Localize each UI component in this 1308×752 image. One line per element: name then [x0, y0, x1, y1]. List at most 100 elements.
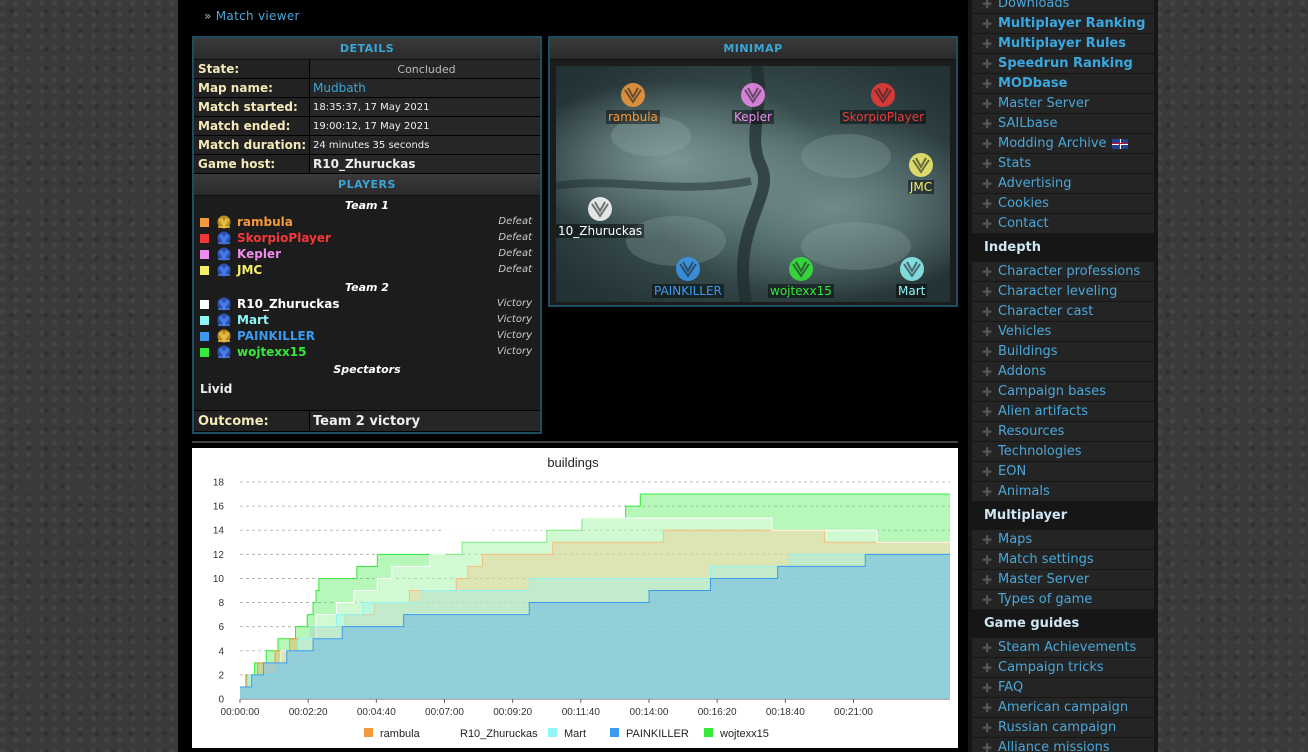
plus-icon: ✚ [982, 661, 993, 675]
x-tick-label: 00:00:00 [221, 707, 260, 718]
sidebar-item-modbase[interactable]: ✚ MODbase [972, 74, 1154, 94]
detail-row: Game host: R10_Zhuruckas [194, 155, 540, 174]
breadcrumb-match-viewer-link[interactable]: Match viewer [216, 9, 300, 23]
y-tick-label: 4 [218, 646, 224, 657]
sidebar-item-label: Russian campaign [998, 720, 1117, 735]
sidebar-item-faq[interactable]: ✚ FAQ [972, 678, 1154, 698]
legend-swatch [364, 728, 373, 737]
sidebar-item-multiplayer-rules[interactable]: ✚ Multiplayer Rules [972, 34, 1154, 54]
player-name[interactable]: SkorpioPlayer [237, 230, 331, 246]
player-row: R10_Zhuruckas Victory [194, 296, 540, 312]
x-tick-label: 00:18:40 [766, 707, 805, 718]
player-name[interactable]: JMC [237, 262, 262, 278]
sidebar-item-label: Character professions [998, 264, 1141, 279]
sidebar-item-label: Character cast [998, 304, 1094, 319]
sidebar-item-label: Addons [998, 364, 1047, 379]
player-name[interactable]: rambula [237, 214, 293, 230]
sidebar-item-eon[interactable]: ✚ EON [972, 462, 1154, 482]
detail-value: 18:35:37, 17 May 2021 [310, 98, 540, 116]
plus-icon: ✚ [982, 217, 993, 231]
sidebar-item-master-server[interactable]: ✚ Master Server [972, 94, 1154, 114]
legend-swatch [610, 728, 619, 737]
sidebar-item-animals[interactable]: ✚ Animals [972, 482, 1154, 502]
sidebar-item-sailbase[interactable]: ✚ SAILbase [972, 114, 1154, 134]
detail-value[interactable]: Mudbath [310, 79, 540, 97]
sidebar-item-maps[interactable]: ✚ Maps [972, 530, 1154, 550]
plus-icon: ✚ [982, 701, 993, 715]
plus-icon: ✚ [982, 137, 993, 151]
details-table: State: Concluded Map name: Mudbath Match sta… [194, 60, 540, 174]
sidebar: ✚ Downloads ✚ Multiplayer Ranking ✚ Multiplay… [968, 0, 1158, 752]
sidebar-item-vehicles[interactable]: ✚ Vehicles [972, 322, 1154, 342]
sidebar-item-steam-achievements[interactable]: ✚ Steam Achievements [972, 638, 1154, 658]
sidebar-item-character-cast[interactable]: ✚ Character cast [972, 302, 1154, 322]
player-color-swatch [200, 316, 209, 325]
legend-swatch [444, 728, 453, 737]
minimap-panel: MINIMAP rambula Kepler SkorpioPlayer JMC [548, 36, 958, 307]
sidebar-item-master-server[interactable]: ✚ Master Server [972, 570, 1154, 590]
blue-faction-icon [216, 312, 232, 328]
sidebar-item-campaign-tricks[interactable]: ✚ Campaign tricks [972, 658, 1154, 678]
blue-faction-icon [216, 344, 232, 360]
sidebar-item-buildings[interactable]: ✚ Buildings [972, 342, 1154, 362]
player-name[interactable]: R10_Zhuruckas [237, 296, 340, 312]
plus-icon: ✚ [982, 425, 993, 439]
sidebar-item-cookies[interactable]: ✚ Cookies [972, 194, 1154, 214]
sidebar-item-label: Cookies [998, 196, 1049, 211]
players-list: Team 1 rambula Defeat SkorpioPlayer Defeat… [194, 198, 540, 360]
gold-faction-icon [216, 328, 232, 344]
x-tick-label: 00:11:40 [562, 707, 601, 718]
y-tick-label: 18 [213, 478, 225, 489]
minimap-player-label: 10_Zhuruckas [556, 224, 645, 238]
detail-row: Match ended: 19:00:12, 17 May 2021 [194, 117, 540, 136]
detail-label: Map name: [194, 79, 310, 97]
sidebar-item-label: Buildings [998, 344, 1058, 359]
sidebar-item-stats[interactable]: ✚ Stats [972, 154, 1154, 174]
sidebar-item-resources[interactable]: ✚ Resources [972, 422, 1154, 442]
plus-icon: ✚ [982, 593, 993, 607]
y-tick-label: 6 [218, 622, 224, 633]
plus-icon: ✚ [982, 0, 993, 11]
sidebar-item-label: Master Server [998, 96, 1090, 111]
sidebar-item-downloads[interactable]: ✚ Downloads [972, 0, 1154, 14]
minimap-image: rambula Kepler SkorpioPlayer JMC 10_Zhur… [556, 66, 950, 302]
sidebar-item-multiplayer-ranking[interactable]: ✚ Multiplayer Ranking [972, 14, 1154, 34]
outcome-value: Team 2 victory [310, 411, 540, 431]
sidebar-item-russian-campaign[interactable]: ✚ Russian campaign [972, 718, 1154, 738]
blue-faction-icon [216, 246, 232, 262]
sidebar-item-alien-artifacts[interactable]: ✚ Alien artifacts [972, 402, 1154, 422]
player-name[interactable]: PAINKILLER [237, 328, 315, 344]
sidebar-item-alliance-missions[interactable]: ✚ Alliance missions [972, 738, 1154, 752]
sidebar-item-american-campaign[interactable]: ✚ American campaign [972, 698, 1154, 718]
minimap-player-marker: SkorpioPlayer [840, 80, 927, 124]
sidebar-item-technologies[interactable]: ✚ Technologies [972, 442, 1154, 462]
sidebar-item-label: Alien artifacts [998, 404, 1089, 419]
player-name[interactable]: Kepler [237, 246, 281, 262]
detail-label: Match started: [194, 98, 310, 116]
sidebar-section-title: Multiplayer [984, 508, 1068, 523]
sidebar-section-list: ✚ Maps ✚ Match settings ✚ Master Server ✚ Types… [968, 530, 1158, 610]
details-panel: DETAILS State: Concluded Map name: Mudbath M… [192, 36, 542, 434]
sidebar-item-modding-archive[interactable]: ✚ Modding Archive [972, 134, 1154, 154]
sidebar-item-character-leveling[interactable]: ✚ Character leveling [972, 282, 1154, 302]
sidebar-item-campaign-bases[interactable]: ✚ Campaign bases [972, 382, 1154, 402]
sidebar-item-types-of-game[interactable]: ✚ Types of game [972, 590, 1154, 610]
y-tick-label: 0 [218, 695, 224, 706]
legend-label: Mart [564, 728, 586, 740]
sidebar-top-nav: ✚ Downloads ✚ Multiplayer Ranking ✚ Multiplay… [968, 0, 1158, 234]
sidebar-item-contact[interactable]: ✚ Contact [972, 214, 1154, 234]
sidebar-item-label: Campaign bases [998, 384, 1106, 399]
plus-icon: ✚ [982, 553, 993, 567]
player-row: PAINKILLER Victory [194, 328, 540, 344]
sidebar-item-match-settings[interactable]: ✚ Match settings [972, 550, 1154, 570]
sidebar-item-advertising[interactable]: ✚ Advertising [972, 174, 1154, 194]
plus-icon: ✚ [982, 17, 993, 31]
minimap-player-marker: Mart [896, 254, 928, 298]
player-name[interactable]: Mart [237, 312, 269, 328]
sidebar-item-addons[interactable]: ✚ Addons [972, 362, 1154, 382]
player-name[interactable]: wojtexx15 [237, 344, 307, 360]
sidebar-item-speedrun-ranking[interactable]: ✚ Speedrun Ranking [972, 54, 1154, 74]
y-tick-label: 8 [218, 598, 224, 609]
sidebar-item-label: MODbase [998, 76, 1068, 91]
sidebar-item-character-professions[interactable]: ✚ Character professions [972, 262, 1154, 282]
